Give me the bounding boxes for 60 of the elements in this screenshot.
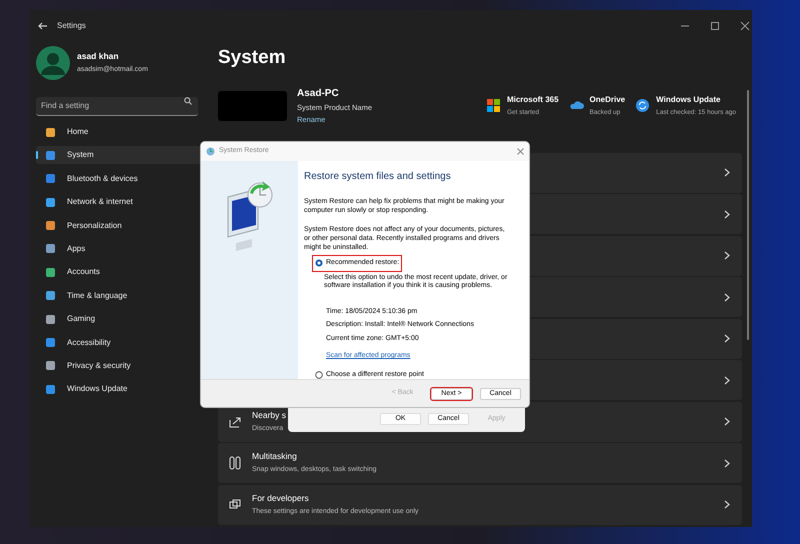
avatar-icon [36, 46, 70, 80]
chevron-right-icon [724, 251, 730, 260]
nav-item[interactable]: Personalization [36, 216, 208, 235]
nav-icon [45, 384, 56, 395]
close-icon[interactable] [740, 21, 750, 31]
nav-item[interactable]: Windows Update [36, 380, 208, 398]
nav-icon [45, 220, 56, 232]
maximize-icon[interactable] [710, 21, 720, 31]
radio-icon [315, 370, 323, 379]
chevron-right-icon [724, 417, 730, 426]
chevron-right-icon [724, 210, 730, 218]
nav-item[interactable]: Accounts [36, 263, 208, 282]
chevron-right-icon [724, 376, 730, 384]
nav-item[interactable]: Home [36, 123, 208, 141]
dialog-heading: Restore system files and settings [304, 170, 452, 184]
restore-icon [206, 147, 215, 156]
nav-item[interactable]: Accessibility [36, 334, 208, 352]
nav-item[interactable]: Network & internet [36, 193, 208, 212]
nav-icon [45, 290, 56, 302]
nav-icon [45, 243, 56, 254]
device-name: Asad-PC [297, 87, 340, 101]
chevron-right-icon [724, 292, 730, 302]
sync-icon [635, 98, 650, 114]
chevron-right-icon [724, 500, 730, 509]
selection-indicator [36, 151, 38, 160]
chevron-right-icon [724, 458, 730, 468]
row-title: Multitasking [252, 450, 298, 464]
close-icon[interactable] [517, 148, 524, 155]
nav-item[interactable]: Time & language [36, 286, 208, 305]
nav-item[interactable]: Bluetooth & devices [36, 170, 208, 188]
nav-icon [45, 173, 56, 184]
nav-item[interactable]: Gaming [36, 310, 208, 328]
row-title: Nearby s [252, 408, 286, 422]
nav-item[interactable]: Privacy & security [36, 356, 208, 375]
service-name: Windows Update [656, 94, 722, 106]
nav-icon [45, 266, 56, 278]
windows-stack-icon [228, 498, 242, 512]
nav-item[interactable]: Apps [36, 240, 208, 258]
device-image-placeholder [218, 90, 287, 121]
radio-checked-icon [315, 259, 323, 268]
back-arrow-icon[interactable] [38, 21, 48, 31]
user-name: asad khan [77, 50, 120, 64]
nav-icon [45, 314, 56, 325]
tiles-logo-icon [486, 98, 501, 114]
nav-icon [45, 126, 56, 138]
page-title: System [218, 46, 287, 70]
service-name: Microsoft 365 [506, 94, 559, 106]
row-title: For developers [252, 492, 310, 505]
search-icon [184, 97, 192, 105]
window-title: Settings [57, 20, 86, 32]
chevron-right-icon [724, 334, 730, 343]
service-name: OneDrive [590, 94, 626, 106]
nav-icon [45, 196, 56, 208]
share-icon [228, 414, 242, 428]
nav-icon [45, 360, 56, 372]
search-field[interactable]: Find a setting [36, 96, 198, 116]
nav-icon [45, 337, 56, 348]
nav-icon [45, 150, 56, 161]
chevron-right-icon [724, 168, 730, 177]
scrollbar-icon [747, 90, 749, 340]
